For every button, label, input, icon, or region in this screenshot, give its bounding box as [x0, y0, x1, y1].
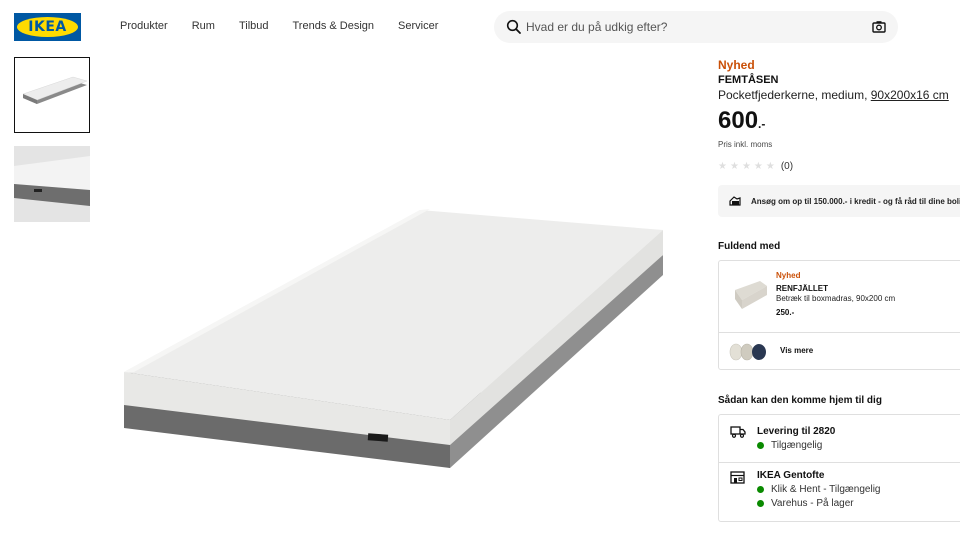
more-accessories-swatches[interactable]	[728, 342, 772, 362]
star-icon: ★	[765, 161, 775, 172]
star-icon: ★	[741, 161, 751, 172]
mattress-product-image	[124, 209, 663, 468]
product-description: Pocketfjederkerne, medium, 90x200x16 cm	[718, 88, 949, 102]
accessory-new-label: Nyhed	[776, 271, 801, 280]
renfjallet-product-image[interactable]	[734, 278, 768, 312]
star-icon: ★	[753, 161, 763, 172]
thumbnail-1-mattress[interactable]	[14, 57, 90, 133]
click-collect-status-text: Klik & Hent - Tilgængelig	[771, 484, 881, 495]
warehouse-stock-status-text: Varehus - På lager	[771, 498, 854, 509]
complete-with-card: Nyhed RENFJÄLLET Betræk til boxmadras, 9…	[718, 260, 960, 370]
product-price: 600.-	[718, 107, 765, 135]
available-dot-icon	[757, 486, 764, 493]
warehouse-stock-status: Varehus - På lager	[757, 498, 854, 509]
credit-banner-text: Ansøg om op til 150.000.- i kredit - og …	[751, 196, 960, 206]
price-value: 600	[718, 107, 759, 134]
search-bar[interactable]	[494, 11, 898, 43]
nav-item-offers[interactable]: Tilbud	[239, 20, 269, 32]
accessory-description: Betræk til boxmadras, 90x200 cm	[776, 294, 896, 303]
delivery-title: Sådan kan den komme hjem til dig	[718, 395, 882, 406]
star-icon: ★	[718, 161, 727, 172]
star-icon: ★	[729, 161, 739, 172]
truck-icon	[730, 426, 746, 438]
see-more-link[interactable]: Vis mere	[780, 346, 813, 355]
accessory-price: 250.-	[776, 308, 795, 317]
nav-item-trends-design[interactable]: Trends & Design	[293, 20, 375, 32]
credit-banner[interactable]: Ansøg om op til 150.000.- i kredit - og …	[718, 185, 960, 217]
search-icon[interactable]	[506, 19, 522, 35]
divider	[719, 332, 960, 333]
available-dot-icon	[757, 442, 764, 449]
camera-icon[interactable]	[872, 20, 886, 34]
product-new-label: Nyhed	[718, 58, 755, 72]
divider	[719, 462, 960, 463]
main-nav: Produkter Rum Tilbud Trends & Design Ser…	[120, 20, 462, 32]
ikea-logo-oval: IKEA	[17, 17, 78, 37]
thumbnail-2-mattress-detail[interactable]	[14, 146, 90, 222]
product-name: FEMTÅSEN	[718, 74, 779, 86]
home-delivery-status: Tilgængelig	[757, 440, 822, 451]
nav-item-products[interactable]: Produkter	[120, 20, 168, 32]
thumbnail-1-image	[15, 58, 89, 132]
product-description-text: Pocketfjederkerne, medium,	[718, 88, 868, 102]
home-delivery-status-text: Tilgængelig	[771, 440, 823, 451]
rating-count: (0)	[780, 161, 794, 172]
ikea-logo[interactable]: IKEA	[14, 13, 81, 41]
thumbnail-2-image	[14, 146, 90, 222]
rating-stars: ★ ★ ★ ★ ★	[718, 161, 775, 172]
complete-with-title: Fuldend med	[718, 241, 781, 252]
product-rating[interactable]: ★ ★ ★ ★ ★ (0)	[718, 161, 793, 172]
click-collect-status: Klik & Hent - Tilgængelig	[757, 484, 881, 495]
price-note: Pris inkl. moms	[718, 140, 773, 149]
ikea-logo-text: IKEA	[28, 19, 67, 35]
nav-item-services[interactable]: Servicer	[398, 20, 438, 32]
price-suffix: .-	[758, 117, 766, 131]
product-dimensions-link[interactable]: 90x200x16 cm	[871, 88, 949, 102]
search-input[interactable]	[526, 11, 856, 43]
credit-card-icon	[729, 196, 741, 206]
delivery-card: Levering til 2820 Tilgængelig IKEA Gento…	[718, 414, 960, 522]
available-dot-icon	[757, 500, 764, 507]
store-name[interactable]: IKEA Gentofte	[757, 470, 824, 481]
accessory-name[interactable]: RENFJÄLLET	[776, 284, 828, 293]
home-delivery-title[interactable]: Levering til 2820	[757, 426, 835, 437]
store-icon	[730, 471, 745, 484]
nav-item-rooms[interactable]: Rum	[192, 20, 215, 32]
